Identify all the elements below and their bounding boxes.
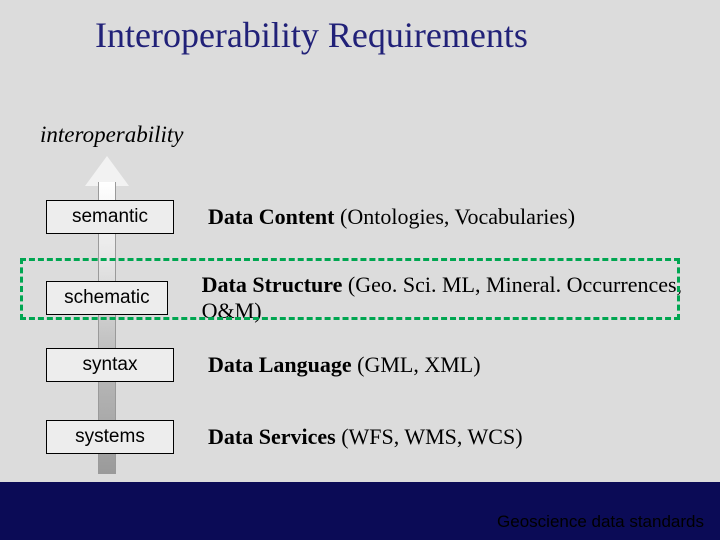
axis-label: interoperability xyxy=(40,122,184,148)
level-row-syntax: syntax Data Language (GML, XML) xyxy=(46,348,481,382)
desc-rest: (Ontologies, Vocabularies) xyxy=(335,204,576,229)
level-box: syntax xyxy=(46,348,174,382)
level-description: Data Services (WFS, WMS, WCS) xyxy=(208,424,523,450)
footer-text: Geoscience data standards xyxy=(497,512,704,532)
level-description: Data Language (GML, XML) xyxy=(208,352,481,378)
desc-bold: Data Services xyxy=(208,424,336,449)
level-row-systems: systems Data Services (WFS, WMS, WCS) xyxy=(46,420,523,454)
desc-rest: (GML, XML) xyxy=(352,352,481,377)
level-box: schematic xyxy=(46,281,168,315)
desc-bold: Data Language xyxy=(208,352,352,377)
desc-rest: (WFS, WMS, WCS) xyxy=(336,424,523,449)
level-box: semantic xyxy=(46,200,174,234)
level-row-semantic: semantic Data Content (Ontologies, Vocab… xyxy=(46,200,575,234)
slide-title: Interoperability Requirements xyxy=(95,14,528,56)
slide: Interoperability Requirements interopera… xyxy=(0,0,720,540)
desc-bold: Data Content xyxy=(208,204,335,229)
level-box: systems xyxy=(46,420,174,454)
level-description: Data Content (Ontologies, Vocabularies) xyxy=(208,204,575,230)
